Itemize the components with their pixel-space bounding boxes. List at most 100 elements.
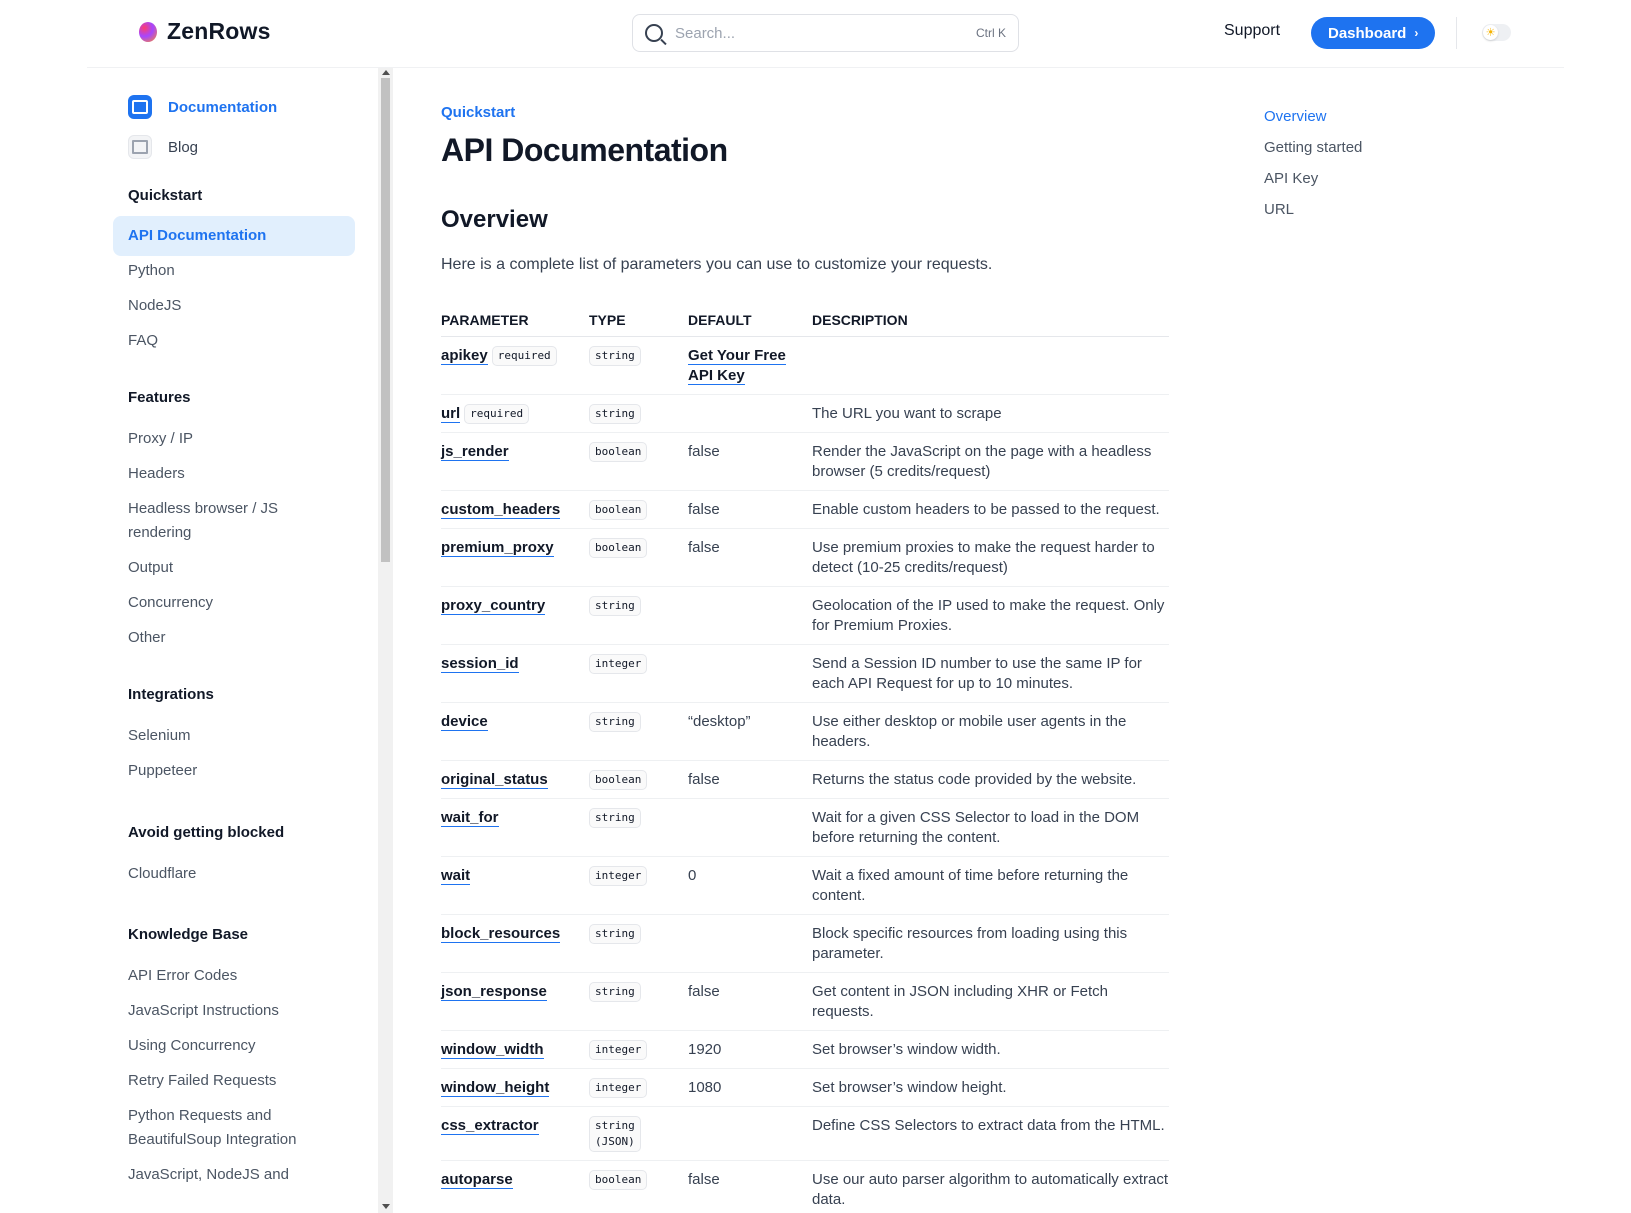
default-value: false — [688, 983, 720, 1000]
sidebar-heading-avoid-getting-blocked: Avoid getting blocked — [128, 824, 285, 841]
top-header: ZenRows Search... Ctrl K Support Dashboa… — [87, 0, 1564, 68]
sidebar-item-selenium[interactable]: Selenium — [113, 716, 355, 756]
sidebar-item-faq[interactable]: FAQ — [113, 321, 355, 361]
description-cell: Get content in JSON including XHR or Fet… — [812, 972, 1169, 1031]
type-badge: boolean — [589, 1170, 648, 1190]
parameter-cell: window_height — [441, 1068, 589, 1107]
default-cell: false — [688, 490, 812, 529]
scroll-up-arrow-icon[interactable] — [382, 70, 390, 75]
table-of-contents: Overview Getting started API Key URL — [1264, 108, 1362, 232]
type-cell: string — [589, 586, 688, 645]
parameter-name-link[interactable]: premium_proxy — [441, 539, 554, 557]
parameter-cell: block_resources — [441, 914, 589, 973]
sidebar-heading-quickstart: Quickstart — [128, 187, 203, 204]
theme-toggle[interactable]: ☀ — [1482, 24, 1511, 41]
search-placeholder: Search... — [675, 24, 736, 42]
parameters-table: PARAMETER TYPE DEFAULT DESCRIPTION apike… — [441, 304, 1169, 1213]
parameter-name-link[interactable]: session_id — [441, 655, 519, 673]
default-cell: 1080 — [688, 1068, 812, 1107]
sidebar-item-retry-failed-requests[interactable]: Retry Failed Requests — [113, 1061, 355, 1101]
sidebar-item-proxy-ip[interactable]: Proxy / IP — [113, 419, 355, 459]
logo[interactable]: ZenRows — [139, 18, 271, 45]
parameter-name-link[interactable]: js_render — [441, 443, 509, 461]
sidebar-documentation-link[interactable]: Documentation — [128, 95, 277, 119]
sidebar-item-headless-browser[interactable]: Headless browser / JS rendering — [113, 489, 355, 553]
sidebar-item-javascript-nodejs[interactable]: JavaScript, NodeJS and — [113, 1155, 355, 1195]
default-value: false — [688, 771, 720, 788]
description-cell: Geolocation of the IP used to make the r… — [812, 586, 1169, 645]
parameter-name-link[interactable]: css_extractor — [441, 1117, 539, 1135]
parameter-cell: proxy_country — [441, 586, 589, 645]
description-cell: Enable custom headers to be passed to th… — [812, 490, 1169, 529]
type-cell: integer — [589, 1068, 688, 1107]
sidebar-blog-link[interactable]: Blog — [128, 135, 198, 159]
sidebar-item-puppeteer[interactable]: Puppeteer — [113, 751, 355, 791]
toc-item-url[interactable]: URL — [1264, 201, 1362, 218]
required-badge: required — [464, 404, 530, 424]
support-link[interactable]: Support — [1224, 22, 1280, 40]
toc-item-api-key[interactable]: API Key — [1264, 170, 1362, 187]
type-cell: string — [589, 702, 688, 761]
parameter-cell: session_id — [441, 644, 589, 703]
parameter-name-link[interactable]: apikey — [441, 347, 488, 365]
parameter-name-link[interactable]: window_height — [441, 1079, 550, 1097]
default-value: “desktop” — [688, 713, 751, 730]
parameter-name-link[interactable]: json_response — [441, 983, 547, 1001]
search-input[interactable]: Search... Ctrl K — [632, 14, 1019, 52]
type-cell: string — [589, 972, 688, 1031]
sidebar-item-other[interactable]: Other — [113, 618, 355, 658]
sidebar-item-headers[interactable]: Headers — [113, 454, 355, 494]
parameter-name-link[interactable]: device — [441, 713, 488, 731]
sidebar-item-cloudflare[interactable]: Cloudflare — [113, 854, 355, 894]
parameter-cell: wait — [441, 856, 589, 915]
table-row: custom_headers boolean false Enable custom … — [441, 490, 1169, 529]
parameter-cell: wait_for — [441, 798, 589, 857]
sidebar-item-nodejs[interactable]: NodeJS — [113, 286, 355, 326]
search-shortcut: Ctrl K — [976, 26, 1006, 40]
scrollbar-thumb[interactable] — [381, 78, 390, 562]
dashboard-button[interactable]: Dashboard › — [1311, 17, 1436, 49]
parameter-cell: apikey required — [441, 336, 589, 395]
parameter-name-link[interactable]: autoparse — [441, 1171, 513, 1189]
table-row: session_id integer Send a Session ID numbe… — [441, 644, 1169, 703]
parameter-name-link[interactable]: proxy_country — [441, 597, 546, 615]
sidebar-heading-knowledge-base: Knowledge Base — [128, 926, 249, 943]
parameter-cell: js_render — [441, 432, 589, 491]
table-row: proxy_country string Geolocation of the IP… — [441, 586, 1169, 645]
parameter-cell: custom_headers — [441, 490, 589, 529]
description-cell: Set browser’s window height. — [812, 1068, 1169, 1107]
parameter-name-link[interactable]: original_status — [441, 771, 548, 789]
default-value: false — [688, 443, 720, 460]
sidebar-scrollbar[interactable] — [378, 68, 393, 1213]
get-api-key-link[interactable]: Get Your Free API Key — [688, 347, 786, 385]
table-row: original_status boolean false Returns the s… — [441, 760, 1169, 799]
parameter-cell: autoparse — [441, 1160, 589, 1213]
sidebar-item-javascript-instructions[interactable]: JavaScript Instructions — [113, 991, 355, 1031]
parameter-name-link[interactable]: block_resources — [441, 925, 561, 943]
sidebar-item-api-documentation[interactable]: API Documentation — [113, 216, 355, 256]
sidebar-item-python-requests-beautifulsoup[interactable]: Python Requests and BeautifulSoup Integr… — [113, 1096, 355, 1160]
sidebar-item-output[interactable]: Output — [113, 548, 355, 588]
column-header: PARAMETER — [441, 304, 589, 337]
parameter-name-link[interactable]: url — [441, 405, 461, 423]
sun-icon: ☀ — [1483, 25, 1498, 40]
sidebar-item-concurrency[interactable]: Concurrency — [113, 583, 355, 623]
parameter-name-link[interactable]: custom_headers — [441, 501, 561, 519]
scroll-down-arrow-icon[interactable] — [382, 1204, 390, 1209]
type-badge: boolean — [589, 500, 648, 520]
type-badge: boolean — [589, 442, 648, 462]
sidebar-item-api-error-codes[interactable]: API Error Codes — [113, 956, 355, 996]
parameter-name-link[interactable]: wait — [441, 867, 471, 885]
toc-item-getting-started[interactable]: Getting started — [1264, 139, 1362, 156]
toc-item-overview[interactable]: Overview — [1264, 108, 1362, 125]
parameter-name-link[interactable]: window_width — [441, 1041, 544, 1059]
dashboard-button-label: Dashboard — [1328, 24, 1407, 42]
type-cell: boolean — [589, 1160, 688, 1213]
parameter-name-link[interactable]: wait_for — [441, 809, 499, 827]
table-row: window_width integer 1920 Set browser’s win… — [441, 1030, 1169, 1069]
sidebar-item-python[interactable]: Python — [113, 251, 355, 291]
table-row: device string “desktop” Use either desktop … — [441, 702, 1169, 761]
default-cell: false — [688, 1160, 812, 1213]
type-badge: integer — [589, 866, 648, 886]
sidebar-item-using-concurrency[interactable]: Using Concurrency — [113, 1026, 355, 1066]
